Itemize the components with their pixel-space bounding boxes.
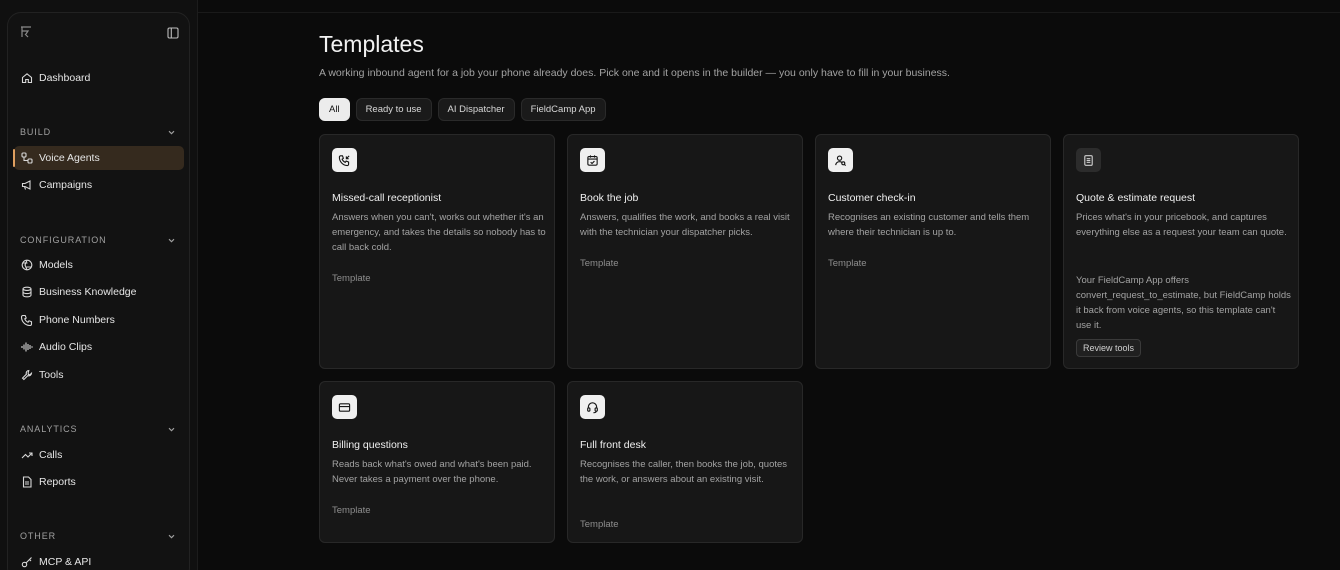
- sidebar-item-label: Dashboard: [39, 72, 91, 84]
- user-search-icon: [828, 148, 853, 172]
- section-label: CONFIGURATION: [20, 235, 107, 245]
- template-card-missed-call-receptionist[interactable]: Missed-call receptionist Answers when yo…: [319, 134, 555, 369]
- section-label: BUILD: [20, 127, 52, 137]
- sidebar-item-label: Campaigns: [39, 179, 93, 191]
- sidebar-toggle-icon[interactable]: [167, 26, 179, 39]
- brand-logo-icon[interactable]: [19, 25, 33, 39]
- sidebar-item-label: Calls: [39, 449, 63, 461]
- card-title: Full front desk: [580, 439, 646, 451]
- calendar-check-icon: [580, 148, 605, 172]
- sidebar: Dashboard BUILD Voice Agents Campaigns C…: [7, 12, 190, 570]
- chevron-down-icon: [168, 238, 175, 242]
- card-title: Book the job: [580, 192, 639, 204]
- aperture-icon: [21, 259, 33, 271]
- sidebar-header: [19, 25, 179, 43]
- template-card-book-the-job[interactable]: Book the job Answers, qualifies the work…: [567, 134, 803, 369]
- sidebar-item-mcp-api[interactable]: MCP & API: [14, 550, 184, 570]
- sidebar-item-label: Models: [39, 259, 73, 271]
- filter-fieldcamp-app[interactable]: FieldCamp App: [520, 98, 606, 121]
- page-title: Templates: [319, 31, 424, 57]
- template-card-quote-estimate-request[interactable]: Quote & estimate request Prices what's i…: [1063, 134, 1299, 369]
- section-other[interactable]: OTHER: [20, 529, 176, 543]
- card-type-label: Template: [332, 273, 371, 284]
- page-subtitle: A working inbound agent for a job your p…: [319, 67, 950, 79]
- file-text-icon: [22, 476, 32, 488]
- template-card-customer-check-in[interactable]: Customer check-in Recognises an existing…: [815, 134, 1051, 369]
- section-label: ANALYTICS: [20, 424, 78, 434]
- headset-icon: [580, 395, 605, 419]
- filter-all[interactable]: All: [319, 98, 350, 121]
- trending-up-icon: [21, 452, 33, 459]
- template-card-billing-questions[interactable]: Billing questions Reads back what's owed…: [319, 381, 555, 543]
- credit-card-icon: [332, 395, 357, 419]
- template-card-full-front-desk[interactable]: Full front desk Recognises the caller, t…: [567, 381, 803, 543]
- sidebar-item-reports[interactable]: Reports: [14, 470, 184, 494]
- sidebar-item-label: Tools: [39, 369, 64, 381]
- chevron-down-icon: [168, 427, 175, 431]
- filter-ai-dispatcher[interactable]: AI Dispatcher: [437, 98, 515, 121]
- filter-tabs: All Ready to use AI Dispatcher FieldCamp…: [319, 98, 606, 121]
- audio-waveform-icon: [21, 342, 33, 352]
- megaphone-icon: [21, 180, 31, 190]
- card-warning-note: Your FieldCamp App offers convert_reques…: [1076, 275, 1291, 331]
- sidebar-item-campaigns[interactable]: Campaigns: [14, 173, 184, 197]
- phone-incoming-icon: [332, 148, 357, 172]
- card-title: Customer check-in: [828, 192, 916, 204]
- sidebar-item-label: Audio Clips: [39, 341, 93, 353]
- card-description: Answers, qualifies the work, and books a…: [580, 212, 790, 238]
- card-title: Quote & estimate request: [1076, 192, 1196, 204]
- card-title: Missed-call receptionist: [332, 192, 442, 204]
- card-description: Recognises the caller, then books the jo…: [580, 459, 788, 485]
- card-type-label: Template: [580, 258, 619, 269]
- sidebar-item-tools[interactable]: Tools: [14, 363, 184, 387]
- sidebar-item-label: Phone Numbers: [39, 314, 115, 326]
- card-type-label: Template: [828, 258, 867, 269]
- sidebar-item-label: Business Knowledge: [39, 286, 137, 298]
- sidebar-item-calls[interactable]: Calls: [14, 443, 184, 467]
- document-icon: [1076, 148, 1101, 172]
- sidebar-item-models[interactable]: Models: [14, 253, 184, 277]
- chevron-down-icon: [168, 130, 175, 134]
- sidebar-item-label: Reports: [39, 476, 76, 488]
- card-type-label: Template: [580, 519, 619, 530]
- card-description: Recognises an existing customer and tell…: [828, 212, 1030, 238]
- sidebar-item-dashboard[interactable]: Dashboard: [14, 66, 184, 90]
- section-build[interactable]: BUILD: [20, 125, 176, 139]
- review-tools-button[interactable]: Review tools: [1076, 339, 1142, 357]
- key-icon: [21, 557, 32, 568]
- section-configuration[interactable]: CONFIGURATION: [20, 233, 176, 247]
- card-type-label: Template: [332, 505, 371, 516]
- sidebar-item-voice-agents[interactable]: Voice Agents: [13, 146, 184, 170]
- sidebar-item-phone-numbers[interactable]: Phone Numbers: [14, 308, 184, 332]
- card-title: Billing questions: [332, 439, 408, 451]
- sidebar-item-label: Voice Agents: [39, 152, 100, 164]
- card-description: Answers when you can't, works out whethe…: [332, 212, 546, 253]
- workflow-icon: [21, 152, 33, 164]
- sidebar-item-business-knowledge[interactable]: Business Knowledge: [14, 280, 184, 304]
- phone-icon: [21, 314, 33, 326]
- chevron-down-icon: [168, 534, 175, 538]
- sidebar-item-audio-clips[interactable]: Audio Clips: [14, 335, 184, 359]
- home-icon: [21, 73, 33, 84]
- section-label: OTHER: [20, 531, 56, 541]
- filter-ready-to-use[interactable]: Ready to use: [355, 98, 432, 121]
- sidebar-item-label: MCP & API: [39, 556, 92, 568]
- main-content: Templates A working inbound agent for a …: [319, 0, 1319, 570]
- card-description: Reads back what's owed and what's been p…: [332, 459, 532, 485]
- database-icon: [22, 286, 32, 298]
- section-analytics[interactable]: ANALYTICS: [20, 422, 176, 436]
- card-description: Prices what's in your pricebook, and cap…: [1076, 212, 1287, 238]
- wrench-icon: [21, 369, 33, 381]
